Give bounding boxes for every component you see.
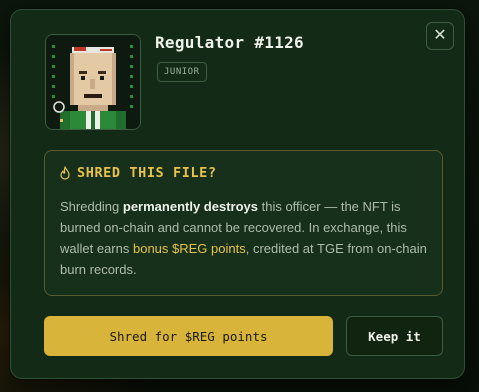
warning-body: Shredding permanently destroys this offi… <box>60 196 430 280</box>
warning-body-text-1: Shredding <box>60 199 123 214</box>
shred-button[interactable]: Shred for $REG points <box>44 316 333 356</box>
close-button[interactable]: ✕ <box>426 22 454 50</box>
keep-button[interactable]: Keep it <box>346 316 443 356</box>
warning-body-emphasis: permanently destroys <box>122 199 258 214</box>
warning-body-reward: bonus $REG points <box>132 241 246 256</box>
nft-title: Regulator #1126 <box>155 33 304 52</box>
warning-heading: SHRED THIS FILE? <box>59 165 217 181</box>
nft-avatar <box>45 34 141 130</box>
flame-icon <box>60 166 70 180</box>
shred-confirm-dialog: ✕ Regulator #1126 JUNIOR SHRED THIS FILE… <box>10 9 465 379</box>
warning-heading-text: SHRED THIS FILE? <box>77 165 217 181</box>
pixel-officer-avatar-icon <box>46 35 140 129</box>
warning-panel: SHRED THIS FILE? Shredding permanently d… <box>44 150 443 296</box>
rank-badge: JUNIOR <box>157 62 207 82</box>
close-icon: ✕ <box>433 27 447 44</box>
